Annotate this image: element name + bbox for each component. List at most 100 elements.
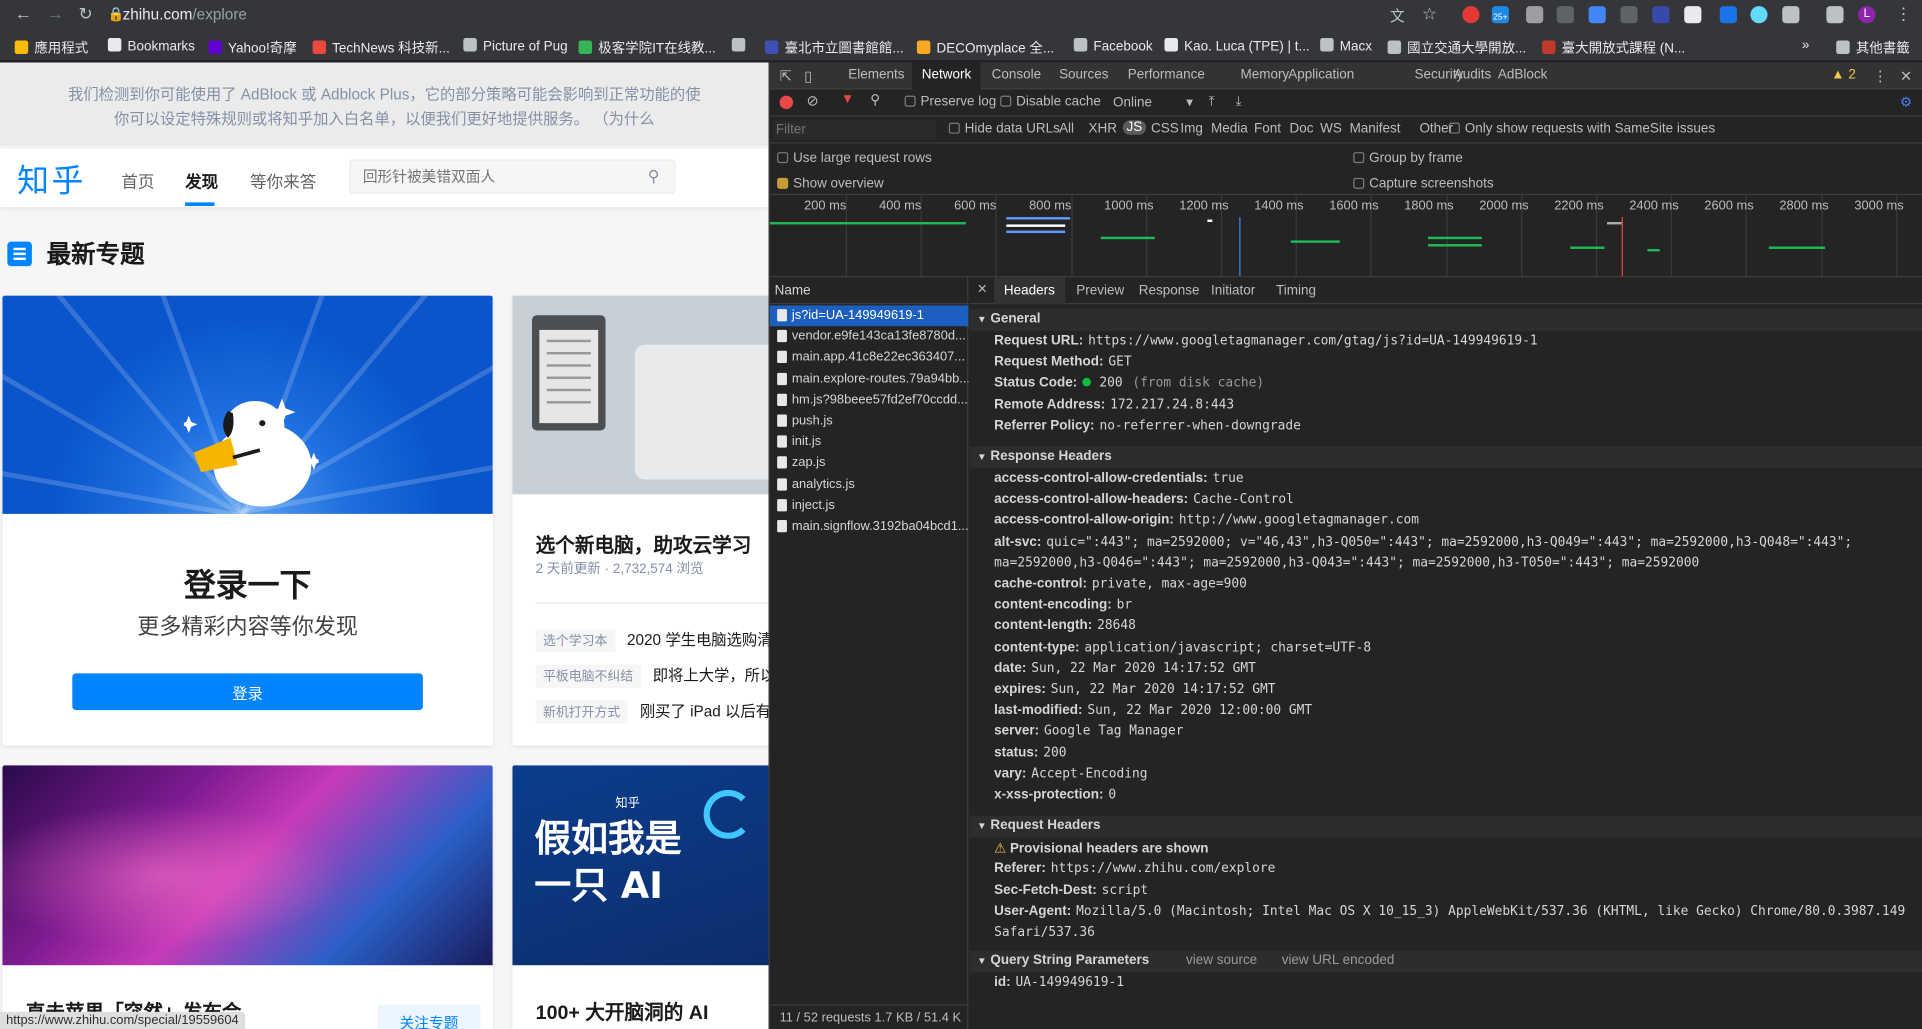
request-row[interactable]: analytics.js [770,474,969,495]
back-icon[interactable]: ← [15,4,32,24]
detail-tab-preview[interactable]: Preview [1076,283,1124,298]
name-column-header[interactable]: Name [769,277,969,305]
request-row[interactable]: vendor.e9fe143ca13fe8780d... [770,326,969,347]
view-url-encoded-link[interactable]: view URL encoded [1282,953,1395,968]
address-bar[interactable]: zhihu.com/explore [123,6,247,23]
filter-icon[interactable]: ▼ [841,92,854,107]
filter-type-css[interactable]: CSS [1151,121,1179,136]
gem-icon[interactable] [1782,6,1800,24]
request-row[interactable]: push.js [770,411,969,432]
preserve-log-checkbox[interactable]: Preserve log [904,94,996,109]
star-icon[interactable]: ☆ [1422,4,1437,25]
show-overview-checkbox[interactable]: Show overview [777,177,884,191]
request-row[interactable]: inject.js [770,495,969,516]
profile-avatar[interactable]: L [1858,6,1876,24]
bookmark-item[interactable]: 极客学院IT在线教... [578,38,716,58]
drive-icon[interactable] [1526,6,1544,24]
network-overview-timeline[interactable]: 200 ms 400 ms 600 ms 800 ms 1000 ms 1200 ms 14… [769,195,1922,278]
bolt-icon[interactable] [1556,6,1574,24]
extension-badge[interactable]: 25+ [1491,6,1509,24]
topic-title[interactable]: 选个新电脑，助攻云学习 [536,529,752,558]
filter-type-manifest[interactable]: Manifest [1350,121,1401,136]
filter-type-media[interactable]: Media [1211,121,1248,136]
extension-icon[interactable] [1652,6,1670,24]
nav-home[interactable]: 首页 [121,168,154,193]
bookmark-item[interactable]: 臺北市立圖書館館... [764,38,904,58]
section-header[interactable]: ▼ General [969,309,1922,332]
menu-icon[interactable]: ⋮ [1895,4,1912,25]
bookmark-item[interactable]: Picture of Pug [463,38,568,54]
login-button[interactable]: 登录 [72,673,423,711]
export-icon[interactable]: ⤓ [1236,94,1242,110]
follow-special-button[interactable]: 关注专题 [377,1004,481,1029]
filter-type-ws[interactable]: WS [1320,121,1342,136]
request-row[interactable]: hm.js?98beee57fd2ef70ccdd... [770,390,969,411]
clear-icon[interactable]: ⊘ [807,92,819,109]
throttle-select[interactable]: Online ▾ [1113,94,1193,111]
zhihu-logo[interactable]: 知乎 [17,156,86,201]
request-row[interactable]: main.signflow.3192ba04bcd1... [770,516,968,537]
bookmark-item[interactable]: 臺大開放式課程 (N... [1542,38,1685,58]
bookmark-item[interactable]: Yahoo!奇摩 [208,38,297,58]
nav-explore[interactable]: 发现 [185,168,218,193]
bookmark-item[interactable]: Macx [1320,38,1372,54]
group-by-frame-checkbox[interactable]: Group by frame [1353,151,1463,166]
import-icon[interactable]: ⤒ [1209,94,1215,110]
reload-icon[interactable]: ↻ [78,4,92,25]
close-icon[interactable]: ✕ [977,283,987,296]
inspect-icon[interactable]: ⇱ [780,67,792,84]
request-row[interactable]: zap.js [770,453,969,474]
large-rows-checkbox[interactable]: Use large request rows [777,151,932,166]
topic-row[interactable]: 新机打开方式刚买了 iPad 以后有什 [535,698,769,724]
bookmark-item[interactable]: 應用程式 [14,38,89,58]
capture-screenshots-checkbox[interactable]: Capture screenshots [1353,177,1494,191]
more-icon[interactable]: ⋮ [1873,67,1888,84]
devtools-tab-adblock[interactable]: AdBlock [1498,67,1547,82]
other-bookmarks[interactable]: 其他書籤 [1836,38,1910,58]
filter-type-js[interactable]: JS [1122,120,1146,135]
device-toolbar-icon[interactable]: ▯ [804,67,812,84]
translate-icon[interactable]: 文 [1390,5,1405,26]
devtools-tab-console[interactable]: Console [992,67,1041,82]
search-input[interactable] [350,160,621,193]
search-icon[interactable]: ⚲ [648,167,660,187]
calendar-icon[interactable] [1719,6,1737,24]
special-card[interactable]: 直击苹果「突然」发布会 关注专题 [2,765,493,1029]
close-icon[interactable]: ✕ [1900,67,1912,84]
detail-tab-initiator[interactable]: Initiator [1211,283,1255,298]
devtools-tab-elements[interactable]: Elements [848,67,904,82]
request-row[interactable]: main.app.41c8e22ec363407... [770,348,969,369]
settings-icon[interactable]: ⚙ [1900,94,1912,111]
extension-icon[interactable] [1684,6,1702,24]
devtools-tab-application[interactable]: Application [1288,67,1354,82]
samesite-checkbox[interactable]: Only show requests with SameSite issues [1448,121,1715,136]
filter-type-other[interactable]: Other [1419,121,1453,136]
bookmark-item[interactable]: Bookmarks [107,38,195,54]
view-source-link[interactable]: view source [1186,953,1257,968]
request-row[interactable]: init.js [770,432,969,453]
forward-icon[interactable]: → [47,4,64,24]
devtools-tab-sources[interactable]: Sources [1059,67,1108,82]
disable-cache-checkbox[interactable]: Disable cache [1000,94,1101,109]
detail-tab-response[interactable]: Response [1139,283,1200,298]
special-card[interactable]: 知乎 假如我是 一只 AI 100+ 大开脑洞的 AI [512,765,769,1029]
section-header[interactable]: ▼ Request Headers [969,815,1922,838]
request-row[interactable]: js?id=UA-149949619-1 [769,305,969,327]
bookmark-item[interactable]: 國立交通大學開放... [1387,38,1526,58]
devtools-tab-performance[interactable]: Performance [1128,67,1205,82]
reading-list-icon[interactable] [1826,6,1844,24]
topic-card[interactable]: 选个新电脑，助攻云学习 2 天前更新 · 2,732,574 浏览 选个学习本 2… [512,295,769,746]
filter-type-xhr[interactable]: XHR [1088,121,1116,136]
devtools-tab-audits[interactable]: Audits [1454,67,1491,82]
topic-row[interactable]: 平板电脑不纠结 即将上大学，所以 [535,662,769,689]
translate-ext-icon[interactable] [1588,6,1606,24]
bookmark-item[interactable]: Kao. Luca (TPE) | t... [1164,38,1310,54]
filter-type-doc[interactable]: Doc [1290,121,1314,136]
extension-icon[interactable] [1620,6,1638,24]
bookmark-item[interactable]: Facebook [1073,38,1153,54]
react-icon[interactable] [1750,6,1768,24]
section-header[interactable]: ▼ Query String Parameters view source view … [969,950,1922,973]
filter-type-img[interactable]: Img [1180,121,1202,136]
bookmark-item[interactable]: DECOmyplace 全... [916,38,1054,58]
hide-data-urls-checkbox[interactable]: Hide data URLs [948,121,1060,136]
